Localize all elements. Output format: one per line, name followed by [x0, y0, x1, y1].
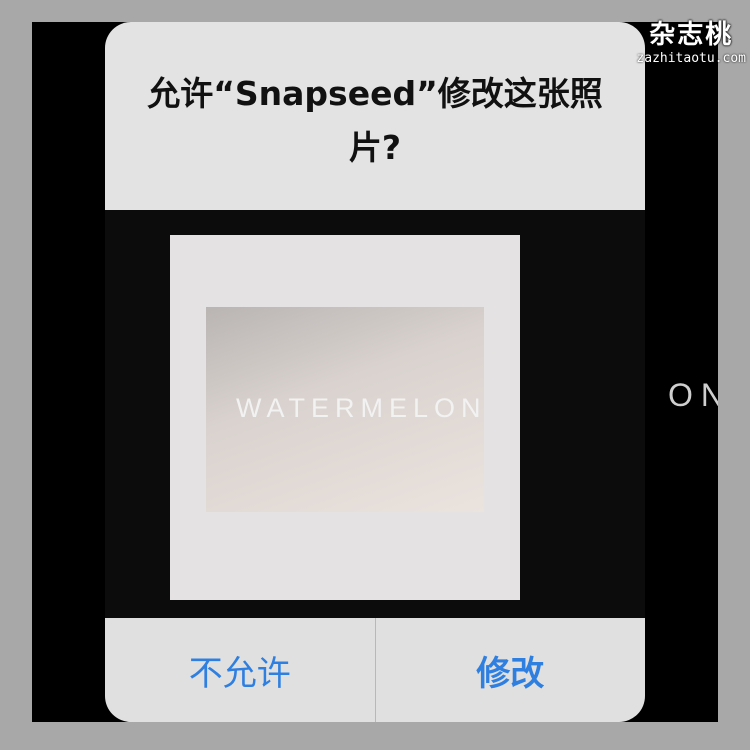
screen: ON 允许“Snapseed”修改这张照片? 不允许 修改	[32, 22, 718, 722]
site-watermark: 杂志桃 zazhitaotu.com	[636, 14, 746, 66]
photo-watermark: WATERMELON	[236, 393, 487, 423]
dialog-title: 允许“Snapseed”修改这张照片?	[147, 74, 603, 167]
dialog-header: 允许“Snapseed”修改这张照片?	[105, 22, 645, 210]
permission-dialog: 允许“Snapseed”修改这张照片? 不允许 修改	[105, 22, 645, 722]
dialog-buttons: 不允许 修改	[105, 618, 645, 722]
site-url: zazhitaotu.com	[636, 51, 746, 66]
deny-button[interactable]: 不允许	[105, 618, 375, 722]
site-logo: 杂志桃	[649, 20, 734, 50]
modify-button[interactable]: 修改	[374, 618, 646, 722]
background-text: ON	[668, 377, 718, 413]
